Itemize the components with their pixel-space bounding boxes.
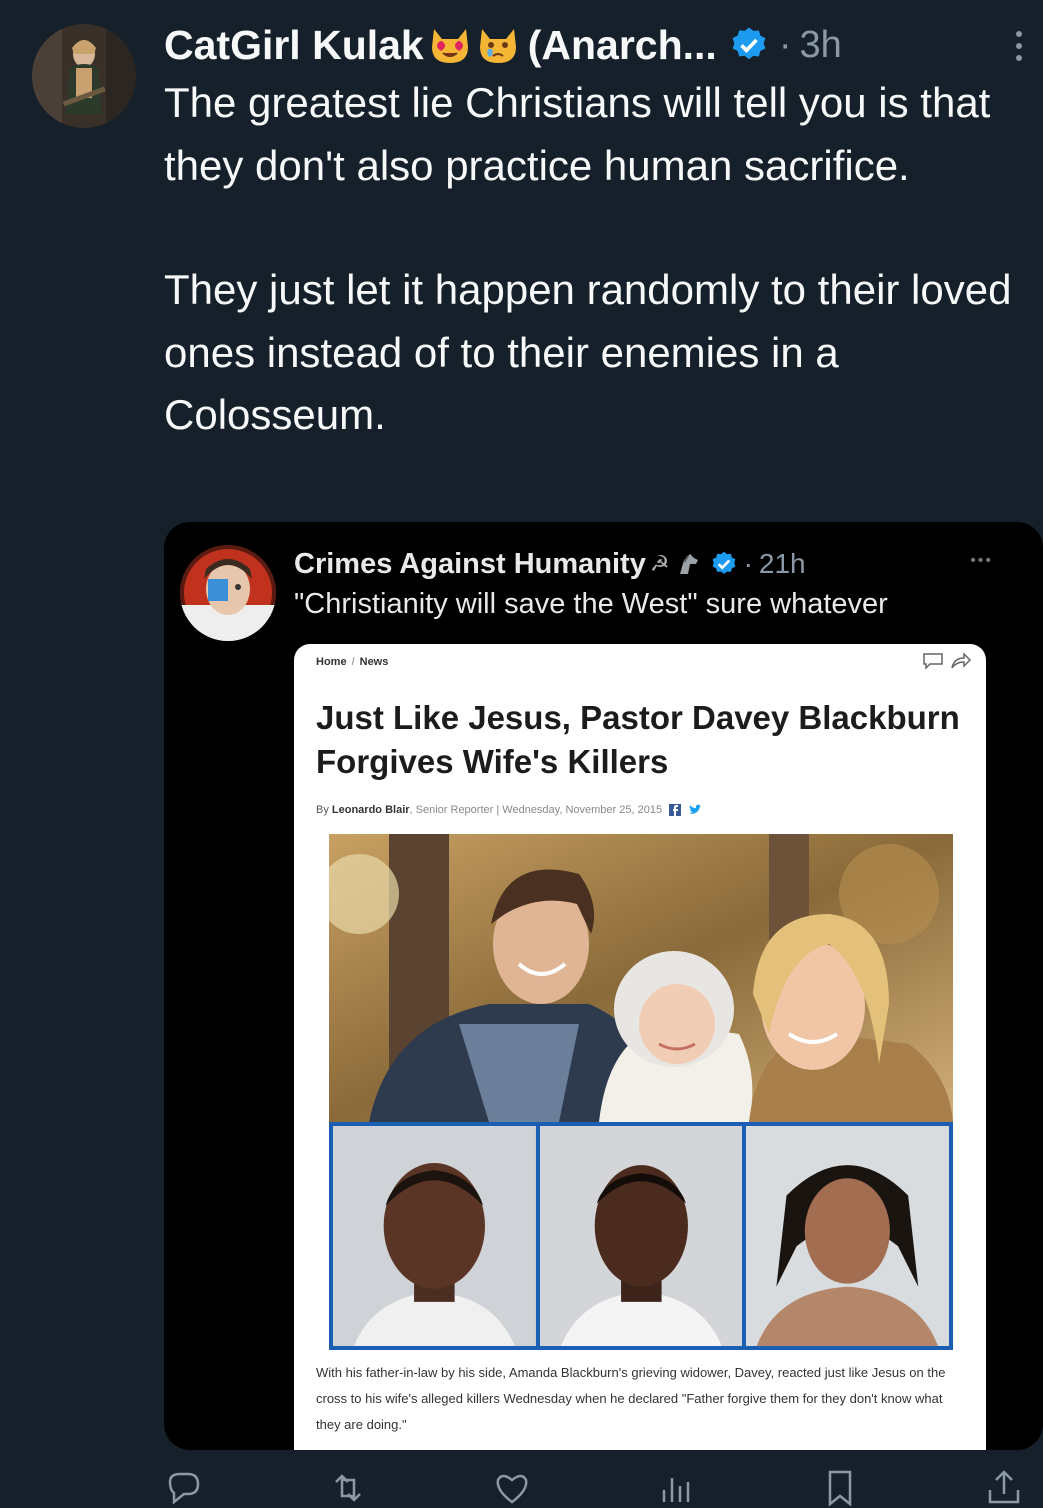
quoted-more-icon: ••• [970,552,993,569]
article-date: Wednesday, November 25, 2015 [502,804,663,816]
article-headline: Just Like Jesus, Pastor Davey Blackburn … [316,699,960,780]
post-action-bar [164,1468,1024,1507]
article-action-icons [922,652,972,670]
time-separator: · [778,23,792,66]
display-name[interactable]: CatGirl Kulak [164,22,424,69]
family-photo [329,834,953,1122]
article-byline: By Leonardo Blair, Senior Reporter | Wed… [316,804,702,817]
quoted-verified-badge-icon [712,551,736,574]
more-vertical-icon[interactable] [1011,24,1027,68]
mugshot-3 [746,1126,950,1346]
post-text: The greatest lie Christians will tell yo… [164,72,1039,447]
breadcrumb: Home / News [316,656,389,668]
horse-icon [679,554,698,574]
like-icon[interactable] [492,1468,532,1508]
post-header: CatGirl Kulak (Anarch... · 3h [164,20,1034,70]
hammer-sickle-icon: ☭ [649,551,670,576]
heart-eyes-cat-emoji-icon [431,29,468,63]
post-paragraph-2: They just let it happen randomly to thei… [164,266,1012,438]
mugshot-1 [333,1126,536,1346]
quoted-timestamp-separator: · [743,548,753,579]
quoted-timestamp: 21h [758,548,806,579]
article-photo-caption: With his father-in-law by his side, Aman… [316,1365,946,1432]
verified-badge-icon [732,27,766,60]
repost-icon[interactable] [328,1468,368,1508]
quoted-display-name: Crimes Against Humanity [294,547,646,580]
views-icon[interactable] [656,1468,696,1508]
twitter-bird-icon [689,804,702,814]
quoted-post-header: Crimes Against Humanity ☭ · 21h [294,544,994,584]
suspect-mugshots [329,1122,953,1350]
share-icon[interactable] [984,1468,1024,1508]
quoted-author-avatar [180,545,276,641]
quoted-post-text: "Christianity will save the West" sure w… [294,588,888,620]
reply-icon[interactable] [164,1468,204,1508]
display-name-suffix[interactable]: (Anarch... [528,22,717,69]
post-paragraph-1: The greatest lie Christians will tell yo… [164,79,991,189]
mugshot-2 [539,1126,743,1346]
author-role: , Senior Reporter [409,804,494,816]
crying-cat-emoji-icon [479,29,516,63]
attached-image[interactable]: Crimes Against Humanity ☭ · 21h ••• "Chr… [164,522,1043,1450]
comment-icon [923,653,943,670]
breadcrumb-news: News [359,656,389,668]
share-arrow-icon [951,652,972,669]
author-avatar[interactable] [32,24,136,128]
facebook-icon [669,804,682,817]
breadcrumb-home: Home [316,656,347,668]
article-screenshot: Home / News Just Like Jesus, Pastor Davey … [294,644,986,1450]
bookmark-icon[interactable] [820,1468,860,1508]
post-timestamp[interactable]: 3h [799,24,841,67]
article-author: Leonardo Blair [331,804,410,816]
